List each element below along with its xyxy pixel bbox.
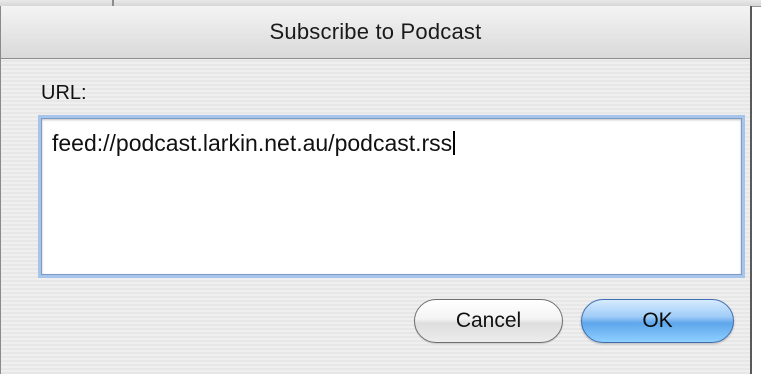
dialog-title: Subscribe to Podcast — [269, 19, 482, 44]
cancel-button[interactable]: Cancel — [414, 299, 563, 343]
screen: Subscribe to Podcast URL: feed://podcast… — [0, 0, 761, 374]
url-value: feed://podcast.larkin.net.au/podcast.rss — [52, 130, 453, 156]
url-input[interactable]: feed://podcast.larkin.net.au/podcast.rss — [41, 118, 742, 275]
dialog-titlebar: Subscribe to Podcast — [1, 6, 750, 59]
ok-button-label: OK — [642, 309, 673, 332]
url-label: URL: — [41, 82, 87, 104]
cancel-button-label: Cancel — [455, 309, 522, 332]
ok-button[interactable]: OK — [581, 299, 734, 343]
subscribe-dialog: Subscribe to Podcast URL: feed://podcast… — [0, 6, 752, 374]
text-caret — [453, 131, 455, 155]
